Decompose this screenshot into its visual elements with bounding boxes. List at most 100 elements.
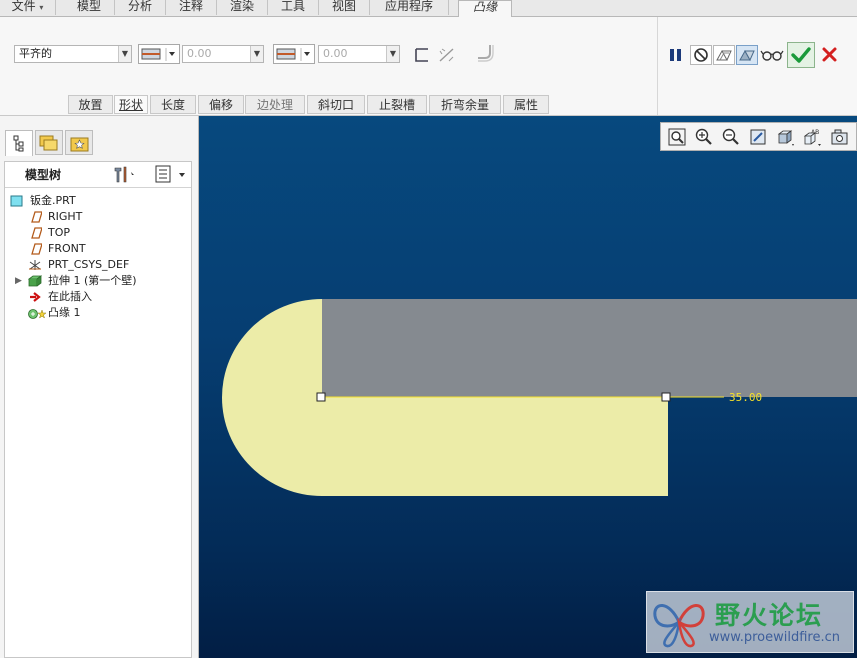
glasses-icon (760, 50, 784, 61)
drag-handle-start[interactable] (316, 392, 326, 402)
datum-plane-icon (31, 243, 42, 255)
tree-item-flange[interactable]: 凸缘 1 (28, 305, 178, 321)
dimension-value[interactable]: 35.00 (729, 391, 762, 404)
tab-length[interactable]: 长度 (150, 95, 196, 114)
tab-offset[interactable]: 偏移 (198, 95, 244, 114)
folders-icon (39, 135, 58, 151)
tab-miter-cut[interactable]: 斜切口 (307, 95, 365, 114)
datum-plane-icon (31, 227, 42, 239)
zoom-out-button[interactable] (721, 127, 741, 147)
tree-settings-button[interactable] (111, 163, 137, 185)
chevron-down-icon: ▾ (39, 3, 44, 12)
flip-arrows-icon (439, 48, 454, 62)
divider (5, 187, 191, 188)
watermark-title: 野火论坛 (715, 601, 824, 630)
named-view-button[interactable]: AB (802, 127, 822, 147)
flange-round-end[interactable] (222, 299, 322, 496)
length-type-2-button[interactable] (273, 44, 315, 64)
menu-tools[interactable]: 工具 (268, 0, 319, 15)
chevron-down-icon: ▼ (386, 46, 399, 62)
flange-icon (28, 309, 46, 319)
model-geometry (222, 299, 857, 496)
verify-preview-button[interactable] (736, 45, 758, 65)
menu-render[interactable]: 渲染 (217, 0, 268, 15)
menu-file[interactable]: 文件 ▾ (0, 0, 56, 15)
menu-view[interactable]: 视图 (319, 0, 370, 15)
tab-flange-active[interactable]: 凸缘 (458, 0, 512, 17)
refit-button[interactable] (667, 127, 687, 147)
menu-applications[interactable]: 应用程序 (370, 0, 449, 15)
first-wall[interactable] (322, 299, 857, 397)
part-icon (10, 195, 23, 207)
refit-icon (668, 128, 686, 146)
view-glasses-button[interactable] (760, 45, 784, 65)
tools-icon (114, 166, 134, 183)
no-preview-button[interactable] (690, 45, 712, 65)
checkmark-icon (791, 47, 811, 63)
expand-arrow-icon[interactable]: ▶ (15, 273, 22, 289)
drag-handle-end[interactable] (661, 392, 671, 402)
tree-item-extrude[interactable]: ▶ 拉伸 1 (第一个壁) (15, 273, 185, 289)
pause-icon (670, 49, 681, 61)
display-style-button[interactable] (775, 127, 795, 147)
watermark-url: www.proewildfire.cn (709, 630, 840, 645)
menu-model[interactable]: 模型 (64, 0, 115, 15)
tree-item-top[interactable]: TOP (28, 225, 178, 241)
flange-dashboard: 平齐的 ▼ 0.00 ▼ 0.00 ▼ 放置 形状 长度 偏移 边处理 斜切口 … (0, 17, 857, 116)
flip-direction-button[interactable] (436, 45, 458, 65)
graphics-window[interactable]: 35.00 AB (199, 116, 857, 658)
bend-radius-button[interactable] (476, 43, 498, 63)
repaint-button[interactable] (748, 127, 768, 147)
no-preview-icon (694, 48, 708, 62)
tab-placement[interactable]: 放置 (68, 95, 113, 114)
ok-button[interactable] (787, 42, 815, 68)
cancel-button[interactable] (819, 45, 841, 65)
view-manager-button[interactable] (829, 127, 849, 147)
length-2-input[interactable]: 0.00 ▼ (318, 45, 400, 63)
use-inner-edge-button[interactable] (411, 45, 433, 65)
csys-icon (29, 260, 41, 270)
pause-button[interactable] (665, 45, 687, 65)
datum-plane-icon (31, 211, 42, 223)
forum-watermark: 野火论坛 www.proewildfire.cn (646, 591, 854, 653)
tab-properties[interactable]: 属性 (503, 95, 549, 114)
favorites-folder-icon (70, 137, 89, 152)
bend-radius-icon (478, 45, 494, 62)
tree-item-csys[interactable]: PRT_CSYS_DEF (28, 257, 178, 273)
tree-item-right[interactable]: RIGHT (28, 209, 178, 225)
shaded-cube-icon (777, 130, 794, 146)
menu-analysis[interactable]: 分析 (115, 0, 166, 15)
extrude-wall-icon (28, 275, 42, 287)
tree-show-button[interactable] (153, 163, 189, 185)
shaded-preview-icon (739, 49, 755, 62)
tree-item-front[interactable]: FRONT (28, 241, 178, 257)
tab-bend-allowance[interactable]: 折弯余量 (429, 95, 501, 114)
tab-favorites[interactable] (65, 130, 93, 155)
repaint-icon (750, 129, 766, 145)
zoom-in-button[interactable] (694, 127, 714, 147)
length-type-1-button[interactable] (138, 44, 180, 64)
view-toolbar: AB (660, 122, 857, 151)
tab-shape[interactable]: 形状 (114, 95, 148, 114)
length-1-input[interactable]: 0.00 ▼ (182, 45, 264, 63)
camera-icon (831, 129, 848, 145)
model-tree-header: 模型树 (25, 168, 62, 182)
flange-body[interactable] (321, 397, 668, 496)
butterfly-logo-icon (653, 604, 705, 648)
profile-type-select[interactable]: 平齐的 ▼ (14, 45, 132, 63)
tree-item-insert-here[interactable]: 在此插入 (28, 289, 178, 305)
inner-edge-icon (415, 48, 428, 62)
length-type-icon (276, 48, 310, 61)
divider (657, 17, 658, 115)
zoom-out-icon (722, 128, 739, 145)
zoom-in-icon (695, 128, 712, 145)
tab-relief[interactable]: 止裂槽 (367, 95, 427, 114)
tab-model-tree[interactable] (5, 130, 33, 156)
wireframe-preview-icon (716, 49, 732, 61)
menu-annotate[interactable]: 注释 (166, 0, 217, 15)
chevron-down-icon: ▼ (250, 46, 263, 62)
tree-item-part[interactable]: 钣金.PRT (10, 193, 180, 209)
tab-folder-browser[interactable] (35, 130, 63, 155)
tab-edge-treatment[interactable]: 边处理 (245, 95, 305, 114)
geometry-preview-button[interactable] (713, 45, 735, 65)
